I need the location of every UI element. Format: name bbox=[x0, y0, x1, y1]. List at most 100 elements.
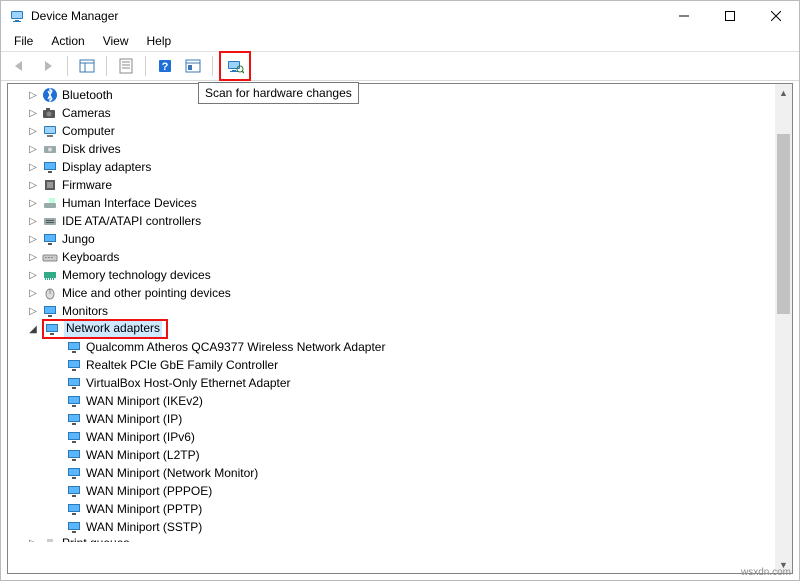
firmware-icon bbox=[42, 177, 58, 193]
node-label: Network adapters bbox=[64, 321, 162, 337]
tree-node-memtech[interactable]: ▷ Memory technology devices bbox=[8, 266, 775, 284]
bluetooth-icon bbox=[42, 87, 58, 103]
expander-icon[interactable]: ▷ bbox=[26, 88, 40, 102]
tree-node-firmware[interactable]: ▷ Firmware bbox=[8, 176, 775, 194]
show-hide-tree-button[interactable] bbox=[74, 54, 100, 78]
tree-node-disk-drives[interactable]: ▷ Disk drives bbox=[8, 140, 775, 158]
back-button[interactable] bbox=[7, 54, 33, 78]
tree-node-na-item[interactable]: WAN Miniport (SSTP) bbox=[8, 518, 775, 536]
expander-icon[interactable]: ▷ bbox=[26, 268, 40, 282]
action-button[interactable] bbox=[180, 54, 206, 78]
tree-node-monitors[interactable]: ▷ Monitors bbox=[8, 302, 775, 320]
tree-node-mice[interactable]: ▷ Mice and other pointing devices bbox=[8, 284, 775, 302]
camera-icon bbox=[42, 105, 58, 121]
tree-node-display-adapters[interactable]: ▷ Display adapters bbox=[8, 158, 775, 176]
node-label: Print queues bbox=[62, 536, 129, 542]
expander-icon[interactable]: ▷ bbox=[26, 178, 40, 192]
tree-node-na-item[interactable]: WAN Miniport (Network Monitor) bbox=[8, 464, 775, 482]
expander-icon[interactable]: ▷ bbox=[26, 142, 40, 156]
network-icon bbox=[44, 321, 60, 337]
expander-icon[interactable]: ▷ bbox=[26, 304, 40, 318]
toolbar-separator bbox=[145, 56, 146, 76]
tree-node-na-item[interactable]: Qualcomm Atheros QCA9377 Wireless Networ… bbox=[8, 338, 775, 356]
titlebar: Device Manager bbox=[1, 1, 799, 31]
window-title: Device Manager bbox=[31, 9, 661, 23]
expander-icon[interactable]: ▷ bbox=[26, 214, 40, 228]
scroll-thumb[interactable] bbox=[777, 134, 790, 314]
computer-icon bbox=[42, 123, 58, 139]
tree-node-na-item[interactable]: WAN Miniport (PPTP) bbox=[8, 500, 775, 518]
expander-icon[interactable]: ▷ bbox=[26, 286, 40, 300]
tree-node-hid[interactable]: ▷ Human Interface Devices bbox=[8, 194, 775, 212]
help-button[interactable]: ? bbox=[152, 54, 178, 78]
properties-button[interactable] bbox=[113, 54, 139, 78]
scroll-up-button[interactable]: ▲ bbox=[775, 84, 792, 101]
expander-icon[interactable]: ▷ bbox=[26, 160, 40, 174]
network-icon bbox=[66, 375, 82, 391]
tree-node-keyboards[interactable]: ▷ Keyboards bbox=[8, 248, 775, 266]
device-tree[interactable]: ▷ Bluetooth ▷ Cameras ▷ Computer ▷ Disk … bbox=[8, 84, 775, 573]
forward-button[interactable] bbox=[35, 54, 61, 78]
expander-icon[interactable]: ▷ bbox=[26, 124, 40, 138]
expander-icon[interactable]: ▷ bbox=[26, 106, 40, 120]
tree-node-na-item[interactable]: VirtualBox Host-Only Ethernet Adapter bbox=[8, 374, 775, 392]
expander-icon[interactable]: ▷ bbox=[26, 232, 40, 246]
tree-node-network-adapters[interactable]: ◢ Network adapters bbox=[8, 320, 775, 338]
tree-node-ide[interactable]: ▷ IDE ATA/ATAPI controllers bbox=[8, 212, 775, 230]
menu-view[interactable]: View bbox=[96, 32, 136, 50]
menu-action[interactable]: Action bbox=[44, 32, 91, 50]
node-label: WAN Miniport (IPv6) bbox=[86, 430, 195, 444]
expander-icon[interactable]: ▷ bbox=[26, 196, 40, 210]
tooltip-scan-hardware: Scan for hardware changes bbox=[198, 82, 359, 104]
network-icon bbox=[66, 429, 82, 445]
expander-icon[interactable]: ▷ bbox=[26, 536, 40, 542]
tree-node-na-item[interactable]: WAN Miniport (PPPOE) bbox=[8, 482, 775, 500]
scan-hardware-button[interactable] bbox=[222, 54, 248, 78]
menu-file[interactable]: File bbox=[7, 32, 40, 50]
printer-icon bbox=[42, 536, 58, 542]
node-label: Qualcomm Atheros QCA9377 Wireless Networ… bbox=[86, 340, 385, 354]
expander-icon[interactable]: ◢ bbox=[26, 322, 40, 336]
monitor-icon bbox=[42, 231, 58, 247]
vertical-scrollbar[interactable]: ▲ ▼ bbox=[775, 84, 792, 573]
mouse-icon bbox=[42, 285, 58, 301]
highlight-network-adapters: Network adapters bbox=[42, 319, 168, 339]
maximize-button[interactable] bbox=[707, 1, 753, 31]
display-icon bbox=[42, 159, 58, 175]
toolbar-separator bbox=[106, 56, 107, 76]
network-icon bbox=[66, 483, 82, 499]
highlight-scan-button bbox=[219, 51, 251, 81]
node-label: Jungo bbox=[62, 232, 95, 246]
monitor-icon bbox=[42, 303, 58, 319]
node-label: WAN Miniport (IP) bbox=[86, 412, 182, 426]
tree-node-print-queues[interactable]: ▷ Print queues bbox=[8, 536, 775, 542]
tree-node-na-item[interactable]: WAN Miniport (IP) bbox=[8, 410, 775, 428]
expander-icon[interactable]: ▷ bbox=[26, 250, 40, 264]
node-label: IDE ATA/ATAPI controllers bbox=[62, 214, 201, 228]
window-controls bbox=[661, 1, 799, 31]
menu-help[interactable]: Help bbox=[140, 32, 179, 50]
network-icon bbox=[66, 411, 82, 427]
tree-node-bluetooth[interactable]: ▷ Bluetooth bbox=[8, 86, 775, 104]
network-icon bbox=[66, 393, 82, 409]
tree-node-cameras[interactable]: ▷ Cameras bbox=[8, 104, 775, 122]
tree-node-jungo[interactable]: ▷ Jungo bbox=[8, 230, 775, 248]
tree-node-na-item[interactable]: WAN Miniport (IPv6) bbox=[8, 428, 775, 446]
node-label: Memory technology devices bbox=[62, 268, 211, 282]
node-label: WAN Miniport (L2TP) bbox=[86, 448, 200, 462]
tree-node-na-item[interactable]: WAN Miniport (L2TP) bbox=[8, 446, 775, 464]
keyboard-icon bbox=[42, 249, 58, 265]
ide-icon bbox=[42, 213, 58, 229]
close-button[interactable] bbox=[753, 1, 799, 31]
network-icon bbox=[66, 357, 82, 373]
node-label: WAN Miniport (SSTP) bbox=[86, 520, 202, 534]
tree-node-computer[interactable]: ▷ Computer bbox=[8, 122, 775, 140]
tree-node-na-item[interactable]: WAN Miniport (IKEv2) bbox=[8, 392, 775, 410]
node-label: Firmware bbox=[62, 178, 112, 192]
node-label: Disk drives bbox=[62, 142, 121, 156]
minimize-button[interactable] bbox=[661, 1, 707, 31]
node-label: Human Interface Devices bbox=[62, 196, 197, 210]
tree-node-na-item[interactable]: Realtek PCIe GbE Family Controller bbox=[8, 356, 775, 374]
node-label: WAN Miniport (IKEv2) bbox=[86, 394, 203, 408]
network-icon bbox=[66, 465, 82, 481]
